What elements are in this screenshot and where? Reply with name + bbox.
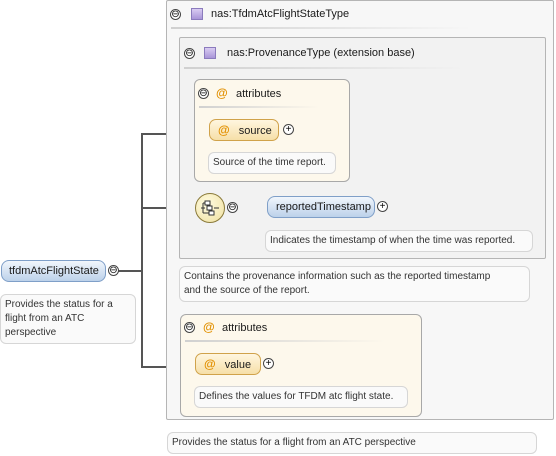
sequence-collapse-toggle[interactable]: ⊖ [227, 202, 238, 213]
base-attributes-label: attributes [236, 88, 282, 100]
base-type-doc-line-1: Contains the provenance information such… [184, 271, 491, 282]
type-attributes-at-icon: @ [203, 320, 215, 334]
root-collapse-toggle[interactable]: ⊖ [108, 265, 119, 276]
sequence-compositor-icon[interactable] [195, 193, 225, 223]
root-element-pill[interactable]: tfdmAtcFlightState [1, 260, 106, 282]
root-doc-line-1: Provides the status for a [5, 299, 113, 310]
complex-type-doc-text: Provides the status for a flight from an… [172, 437, 416, 448]
attributes-at-icon: @ [216, 86, 228, 100]
attribute-at-icon: @ [218, 123, 230, 137]
root-doc-line-3: perspective [5, 327, 57, 338]
complex-type-doc: Provides the status for a flight from an… [167, 432, 537, 454]
base-type-icon [204, 47, 216, 59]
attribute-value-expand-toggle[interactable]: + [263, 358, 274, 369]
attribute-value-pill[interactable]: @ value [195, 353, 261, 375]
child-element-doc: Indicates the timestamp of when the time… [265, 230, 533, 252]
attribute-source-doc-text: Source of the time report. [213, 157, 326, 168]
attribute-value-doc: Defines the values for TFDM atc flight s… [194, 386, 408, 408]
complex-type-label: nas:TfdmAtcFlightStateType [211, 8, 350, 20]
root-doc-line-2: flight from an ATC [5, 313, 85, 324]
child-element-expand-toggle[interactable]: + [377, 201, 388, 212]
base-type-collapse-toggle[interactable]: ⊖ [184, 48, 195, 59]
attribute-value-doc-text: Defines the values for TFDM atc flight s… [199, 391, 394, 402]
root-connector-line [118, 270, 142, 272]
attribute-value-name: value [224, 359, 252, 371]
trunk-vertical-line [141, 134, 143, 368]
base-type-header-rule [184, 67, 464, 69]
attribute-source-doc: Source of the time report. [208, 152, 336, 174]
type-attributes-collapse-toggle[interactable]: ⊖ [184, 322, 195, 333]
type-attributes-rule [185, 340, 385, 342]
child-element-doc-text: Indicates the timestamp of when the time… [270, 235, 516, 246]
root-element-doc: Provides the status for a flight from an… [0, 294, 136, 344]
complex-type-collapse-toggle[interactable]: ⊖ [170, 9, 181, 20]
attribute-source-name: source [238, 125, 272, 137]
child-element-reportedtimestamp-pill[interactable]: reportedTimestamp [267, 196, 375, 218]
type-attributes-label: attributes [222, 322, 268, 334]
base-type-doc-line-2: and the source of the report. [184, 285, 310, 296]
sequence-icon [201, 200, 219, 216]
child-element-reportedtimestamp-label: reportedTimestamp [276, 201, 371, 213]
attribute-value-at-icon: @ [204, 357, 216, 371]
base-attributes-rule [199, 106, 319, 108]
complex-type-header-rule [171, 27, 471, 29]
base-type-label: nas:ProvenanceType (extension base) [227, 47, 415, 59]
base-type-doc: Contains the provenance information such… [179, 266, 530, 302]
attribute-source-pill[interactable]: @ source [209, 119, 279, 141]
attribute-source-expand-toggle[interactable]: + [283, 124, 294, 135]
base-attributes-collapse-toggle[interactable]: ⊖ [198, 88, 209, 99]
root-element-label: tfdmAtcFlightState [9, 265, 99, 277]
complex-type-icon [191, 8, 203, 20]
